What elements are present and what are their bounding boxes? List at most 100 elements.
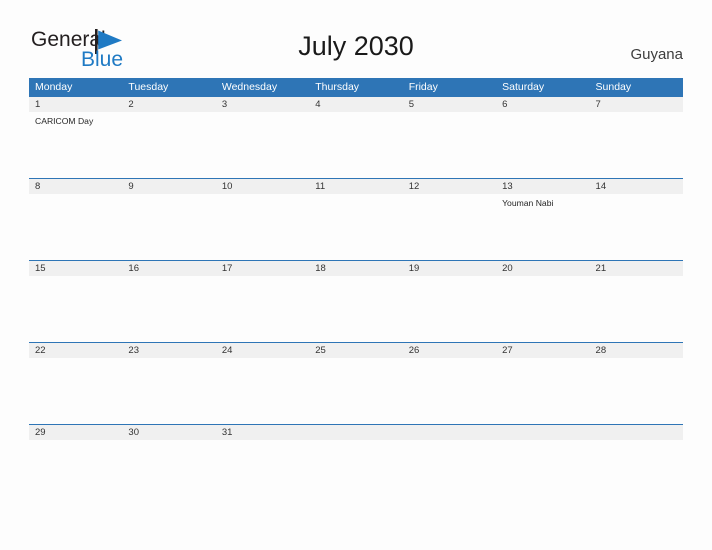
calendar-week-row: 8 9 10 11 12 13 14 Youman Nabi xyxy=(29,178,683,260)
day-number-empty xyxy=(590,425,683,440)
day-cell[interactable] xyxy=(309,358,402,424)
weekday-header-wednesday: Wednesday xyxy=(221,81,278,93)
day-number[interactable]: 13 xyxy=(496,179,589,194)
day-cell[interactable] xyxy=(216,276,309,342)
day-number[interactable]: 5 xyxy=(403,97,496,112)
day-cell[interactable]: CARICOM Day xyxy=(29,112,122,178)
day-cell-empty xyxy=(590,440,683,506)
day-number[interactable]: 23 xyxy=(122,343,215,358)
day-cell[interactable] xyxy=(122,440,215,506)
day-cell-empty xyxy=(309,440,402,506)
day-cell[interactable]: Youman Nabi xyxy=(496,194,589,260)
day-cell[interactable] xyxy=(216,440,309,506)
day-cell[interactable] xyxy=(122,112,215,178)
day-cell[interactable] xyxy=(29,276,122,342)
calendar-week-row: 22 23 24 25 26 27 28 xyxy=(29,342,683,424)
day-number[interactable]: 19 xyxy=(403,261,496,276)
day-number[interactable]: 18 xyxy=(309,261,402,276)
weekday-header-monday: Monday xyxy=(35,81,73,93)
day-number[interactable]: 14 xyxy=(590,179,683,194)
week-event-band xyxy=(29,276,683,342)
day-cell[interactable] xyxy=(590,194,683,260)
day-cell[interactable] xyxy=(496,276,589,342)
day-number[interactable]: 6 xyxy=(496,97,589,112)
day-number[interactable]: 15 xyxy=(29,261,122,276)
day-cell[interactable] xyxy=(403,194,496,260)
day-cell[interactable] xyxy=(496,358,589,424)
week-event-band: CARICOM Day xyxy=(29,112,683,178)
day-number[interactable]: 17 xyxy=(216,261,309,276)
calendar-week-row: 15 16 17 18 19 20 21 xyxy=(29,260,683,342)
day-cell[interactable] xyxy=(309,276,402,342)
day-number-empty xyxy=(309,425,402,440)
calendar-week-row: 29 30 31 xyxy=(29,424,683,506)
day-number-empty xyxy=(496,425,589,440)
day-number[interactable]: 1 xyxy=(29,97,122,112)
day-number[interactable]: 20 xyxy=(496,261,589,276)
day-number[interactable]: 25 xyxy=(309,343,402,358)
day-number[interactable]: 4 xyxy=(309,97,402,112)
day-cell[interactable] xyxy=(29,194,122,260)
day-cell[interactable] xyxy=(122,276,215,342)
day-number[interactable]: 24 xyxy=(216,343,309,358)
day-number[interactable]: 2 xyxy=(122,97,215,112)
day-number[interactable]: 9 xyxy=(122,179,215,194)
day-cell[interactable] xyxy=(590,358,683,424)
weekday-header-thursday: Thursday xyxy=(315,81,360,93)
day-number[interactable]: 28 xyxy=(590,343,683,358)
day-number[interactable]: 21 xyxy=(590,261,683,276)
day-number-empty xyxy=(403,425,496,440)
day-number[interactable]: 26 xyxy=(403,343,496,358)
day-number[interactable]: 11 xyxy=(309,179,402,194)
weekday-header-row: Monday Tuesday Wednesday Thursday Friday… xyxy=(29,78,683,97)
day-cell-empty xyxy=(496,440,589,506)
weekday-header-sunday: Sunday xyxy=(595,81,632,93)
page-header: General Blue July 2030 Guyana xyxy=(0,0,712,78)
calendar-week-row: 1 2 3 4 5 6 7 CARICOM Day xyxy=(29,97,683,178)
day-cell[interactable] xyxy=(590,112,683,178)
day-number[interactable]: 30 xyxy=(122,425,215,440)
week-event-band: Youman Nabi xyxy=(29,194,683,260)
day-cell[interactable] xyxy=(496,112,589,178)
day-number[interactable]: 16 xyxy=(122,261,215,276)
day-number[interactable]: 8 xyxy=(29,179,122,194)
day-cell[interactable] xyxy=(216,358,309,424)
week-date-band: 1 2 3 4 5 6 7 xyxy=(29,97,683,112)
day-number[interactable]: 3 xyxy=(216,97,309,112)
day-cell[interactable] xyxy=(403,276,496,342)
day-number[interactable]: 10 xyxy=(216,179,309,194)
weekday-header-saturday: Saturday xyxy=(502,81,545,93)
day-cell[interactable] xyxy=(216,112,309,178)
week-date-band: 8 9 10 11 12 13 14 xyxy=(29,179,683,194)
day-cell[interactable] xyxy=(122,194,215,260)
day-cell[interactable] xyxy=(309,112,402,178)
week-event-band xyxy=(29,358,683,424)
week-date-band: 29 30 31 xyxy=(29,425,683,440)
event-label: Youman Nabi xyxy=(502,198,554,208)
day-cell[interactable] xyxy=(29,440,122,506)
day-cell[interactable] xyxy=(309,194,402,260)
day-number[interactable]: 29 xyxy=(29,425,122,440)
day-number[interactable]: 7 xyxy=(590,97,683,112)
day-number[interactable]: 27 xyxy=(496,343,589,358)
country-label: Guyana xyxy=(630,46,683,63)
calendar-grid: Monday Tuesday Wednesday Thursday Friday… xyxy=(29,78,683,506)
day-number[interactable]: 12 xyxy=(403,179,496,194)
day-cell[interactable] xyxy=(122,358,215,424)
week-date-band: 15 16 17 18 19 20 21 xyxy=(29,261,683,276)
weekday-header-tuesday: Tuesday xyxy=(128,81,169,93)
weekday-header-friday: Friday xyxy=(408,81,438,93)
week-event-band xyxy=(29,440,683,506)
event-label: CARICOM Day xyxy=(35,116,94,126)
week-date-band: 22 23 24 25 26 27 28 xyxy=(29,343,683,358)
day-cell[interactable] xyxy=(216,194,309,260)
calendar-page: General Blue July 2030 Guyana Monday Tue… xyxy=(0,0,712,550)
day-cell[interactable] xyxy=(403,358,496,424)
day-number[interactable]: 22 xyxy=(29,343,122,358)
day-cell-empty xyxy=(403,440,496,506)
day-cell[interactable] xyxy=(590,276,683,342)
day-number[interactable]: 31 xyxy=(216,425,309,440)
page-title: July 2030 xyxy=(298,31,414,61)
day-cell[interactable] xyxy=(29,358,122,424)
day-cell[interactable] xyxy=(403,112,496,178)
